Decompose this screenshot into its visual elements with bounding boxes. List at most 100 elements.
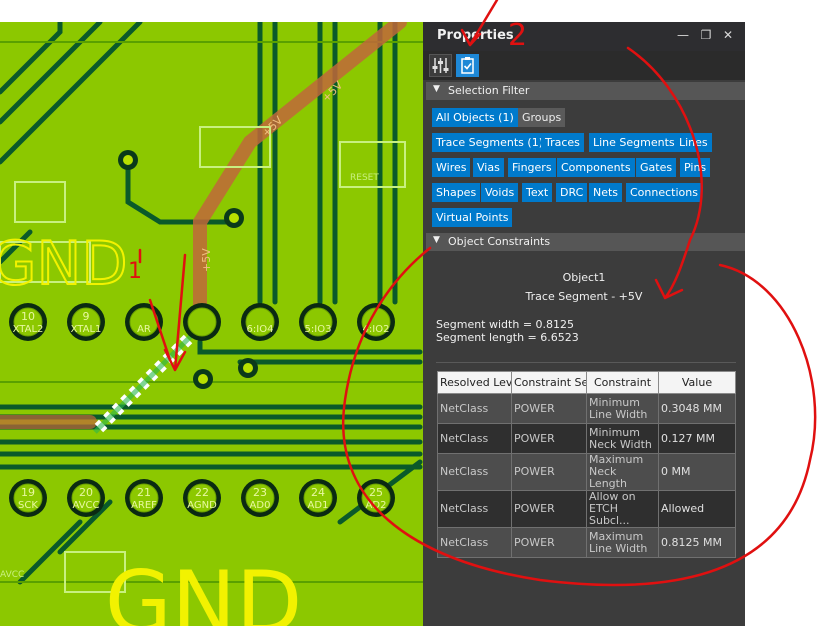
filter-components[interactable]: Components [557,158,635,177]
pad[interactable]: 20AVCC [67,479,105,517]
constraint-set-cell: POWER [511,393,587,424]
filter-trace-segments[interactable]: Trace Segments (1) [432,133,547,152]
tab-constraints[interactable] [456,54,479,77]
filter-shapes[interactable]: Shapes [432,183,481,202]
pad-name: AVCC [72,500,99,511]
value-cell: 0.127 MM [658,423,736,454]
constraint-set-cell: POWER [511,423,587,454]
panel-title: Properties [437,28,514,43]
object-description: Trace Segment - +5V [525,290,643,303]
constraint-cell: Allow on ETCH Subcl... [586,490,659,528]
filter-all-objects[interactable]: All Objects (1) [432,108,518,127]
filter-groups[interactable]: Groups [518,108,566,127]
pad-number: 23 [253,486,267,499]
pad-number: 19 [21,486,35,499]
pad[interactable]: 5:IO3 [299,303,337,341]
column-header[interactable]: Constraint Set [511,371,587,394]
filter-text[interactable]: Text [522,183,553,202]
collapse-caret-icon: ▼ [433,235,440,245]
pad[interactable]: 25AD2 [357,479,395,517]
pad-name: 4:IO2 [363,324,390,335]
constraints-table: Resolved Level Constraint Set Constraint… [437,371,736,558]
minimize-button[interactable]: — [674,26,692,44]
large-gnd-label: GND [105,553,302,626]
filter-wires[interactable]: Wires [432,158,471,177]
segment-width: Segment width = 0.8125 [436,318,575,331]
filter-traces[interactable]: Traces [541,133,584,152]
pad-name: AD1 [308,500,329,511]
pad[interactable]: AR [125,303,163,341]
pad-number: 20 [79,486,93,499]
pad-name: AD0 [250,500,271,511]
clipboard-check-icon [461,57,474,74]
constraint-set-cell: POWER [511,490,587,528]
value-cell: 0.8125 MM [658,527,736,558]
table-row[interactable]: NetClass POWER Minimum Line Width 0.3048… [437,393,736,424]
column-header[interactable]: Value [658,371,736,394]
reset-label: RESET [350,173,379,183]
pad[interactable]: 10XTAL2 [9,303,47,341]
tab-properties[interactable] [429,54,452,77]
resolved-level-cell: NetClass [437,527,512,558]
filter-gates[interactable]: Gates [636,158,677,177]
table-row[interactable]: NetClass POWER Maximum Line Width 0.8125… [437,527,736,558]
table-row[interactable]: NetClass POWER Allow on ETCH Subcl... Al… [437,490,736,528]
pad[interactable]: 24AD1 [299,479,337,517]
gnd-label: GND [0,229,128,299]
pad-number: 24 [311,486,325,499]
pad[interactable]: 6:IO4 [241,303,279,341]
filter-nets[interactable]: Nets [589,183,623,202]
pad-name: AD2 [366,500,387,511]
pad[interactable]: 22AGND [183,479,221,517]
pad[interactable]: 4:IO2 [357,303,395,341]
filter-line-segments[interactable]: Line Segments [589,133,679,152]
filter-virtual-points[interactable]: Virtual Points [432,208,513,227]
filter-lines[interactable]: Lines [675,133,712,152]
pad-name: 6:IO4 [247,324,274,335]
sliders-icon [432,58,449,73]
pad-name: 5:IO3 [305,324,332,335]
table-row[interactable]: NetClass POWER Maximum Neck Length 0 MM [437,453,736,491]
filter-vias[interactable]: Vias [473,158,504,177]
properties-panel: Properties — ❐ ✕ ▼ Selection Filter All … [423,22,745,626]
filter-voids[interactable]: Voids [481,183,519,202]
constraint-cell: Minimum Neck Width [586,423,659,454]
close-button[interactable]: ✕ [719,26,737,44]
pad[interactable]: 9XTAL1 [67,303,105,341]
pad[interactable]: 21AREF [125,479,163,517]
resolved-level-cell: NetClass [437,423,512,454]
filter-pins[interactable]: Pins [680,158,711,177]
value-cell: 0 MM [658,453,736,491]
pad[interactable]: 23AD0 [241,479,279,517]
selection-filter-header[interactable]: ▼ Selection Filter [426,82,745,100]
pad[interactable] [183,303,221,341]
resolved-level-cell: NetClass [437,453,512,491]
pcb-canvas[interactable]: GND GND RESET AVCC +5V +5V +5V 10XTAL29X… [0,22,423,626]
pad-name: XTAL1 [71,324,102,335]
pad[interactable]: 19SCK [9,479,47,517]
pad-number: 22 [195,486,209,499]
value-cell: 0.3048 MM [658,393,736,424]
column-header[interactable]: Resolved Level [437,371,512,394]
table-header-row: Resolved Level Constraint Set Constraint… [437,371,736,394]
pad-name: AREF [131,500,157,511]
avcc-silk-label: AVCC [0,570,24,580]
filter-connections[interactable]: Connections [626,183,702,202]
selection-filter-title: Selection Filter [448,84,530,97]
filter-fingers[interactable]: Fingers [508,158,556,177]
column-header[interactable]: Constraint [586,371,659,394]
restore-button[interactable]: ❐ [697,26,715,44]
table-row[interactable]: NetClass POWER Minimum Neck Width 0.127 … [437,423,736,454]
pad-number: 9 [83,310,90,323]
net-label-5v-3: +5V [200,248,213,272]
pad-name: XTAL2 [13,324,44,335]
object-constraints-header[interactable]: ▼ Object Constraints [426,233,745,251]
segment-length: Segment length = 6.6523 [436,331,579,344]
pad-number: 25 [369,486,383,499]
pad-number: 10 [21,310,35,323]
constraint-cell: Maximum Neck Length [586,453,659,491]
panel-titlebar[interactable]: Properties — ❐ ✕ [423,22,745,51]
filter-drc[interactable]: DRC [556,183,588,202]
resolved-level-cell: NetClass [437,393,512,424]
panel-tab-bar [423,51,745,80]
